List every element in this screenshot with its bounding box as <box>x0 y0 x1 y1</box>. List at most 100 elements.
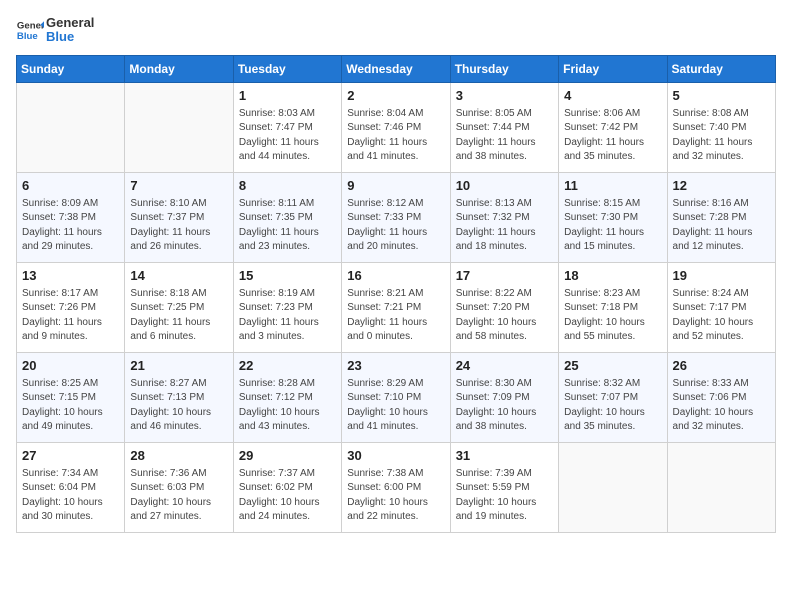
calendar-cell: 13 Sunrise: 8:17 AM Sunset: 7:26 PM Dayli… <box>17 262 125 352</box>
day-info: Sunrise: 8:10 AM Sunset: 7:37 PM Dayligh… <box>130 197 227 255</box>
calendar-cell: 22Sunrise: 8:28 AM Sunset: 7:12 PM Dayli… <box>233 352 341 442</box>
day-info: Sunrise: 8:09 AM Sunset: 7:38 PM Dayligh… <box>22 197 119 255</box>
day-number: 6 <box>22 177 119 195</box>
day-number: 24 <box>456 357 553 375</box>
calendar-cell: 17 Sunrise: 8:22 AM Sunset: 7:20 PM Dayli… <box>450 262 558 352</box>
calendar-cell: 6 Sunrise: 8:09 AM Sunset: 7:38 PM Daylig… <box>17 172 125 262</box>
calendar-cell: 4 Sunrise: 8:06 AM Sunset: 7:42 PM Daylig… <box>559 82 667 172</box>
day-number: 23 <box>347 357 444 375</box>
day-info: Sunrise: 8:12 AM Sunset: 7:33 PM Dayligh… <box>347 197 444 255</box>
calendar-cell: 19 Sunrise: 8:24 AM Sunset: 7:17 PM Dayli… <box>667 262 775 352</box>
weekday-header-saturday: Saturday <box>667 55 775 82</box>
day-number: 14 <box>130 267 227 285</box>
week-row-1: 1 Sunrise: 8:03 AM Sunset: 7:47 PM Daylig… <box>17 82 776 172</box>
week-row-4: 20Sunrise: 8:25 AM Sunset: 7:15 PM Dayli… <box>17 352 776 442</box>
day-number: 31 <box>456 447 553 465</box>
calendar-cell: 23 Sunrise: 8:29 AM Sunset: 7:10 PM Dayli… <box>342 352 450 442</box>
calendar-cell: 11 Sunrise: 8:15 AM Sunset: 7:30 PM Dayli… <box>559 172 667 262</box>
calendar-cell: 3 Sunrise: 8:05 AM Sunset: 7:44 PM Daylig… <box>450 82 558 172</box>
calendar-cell: 9 Sunrise: 8:12 AM Sunset: 7:33 PM Daylig… <box>342 172 450 262</box>
weekday-header-thursday: Thursday <box>450 55 558 82</box>
logo-general-text: General <box>46 16 94 30</box>
day-info: Sunrise: 7:34 AM Sunset: 6:04 PM Dayligh… <box>22 467 119 525</box>
calendar-cell: 29 Sunrise: 7:37 AM Sunset: 6:02 PM Dayli… <box>233 442 341 532</box>
calendar-cell: 25 Sunrise: 8:32 AM Sunset: 7:07 PM Dayli… <box>559 352 667 442</box>
weekday-header-wednesday: Wednesday <box>342 55 450 82</box>
calendar-cell: 31 Sunrise: 7:39 AM Sunset: 5:59 PM Dayli… <box>450 442 558 532</box>
calendar-cell: 20Sunrise: 8:25 AM Sunset: 7:15 PM Dayli… <box>17 352 125 442</box>
calendar-cell <box>559 442 667 532</box>
day-number: 28 <box>130 447 227 465</box>
calendar-cell <box>667 442 775 532</box>
day-number: 18 <box>564 267 661 285</box>
day-info: Sunrise: 8:22 AM Sunset: 7:20 PM Dayligh… <box>456 287 553 345</box>
day-number: 8 <box>239 177 336 195</box>
day-info: Sunrise: 8:05 AM Sunset: 7:44 PM Dayligh… <box>456 107 553 165</box>
day-number: 19 <box>673 267 770 285</box>
day-info: Sunrise: 8:16 AM Sunset: 7:28 PM Dayligh… <box>673 197 770 255</box>
day-number: 26 <box>673 357 770 375</box>
calendar-cell: 26 Sunrise: 8:33 AM Sunset: 7:06 PM Dayli… <box>667 352 775 442</box>
day-number: 16 <box>347 267 444 285</box>
day-number: 7 <box>130 177 227 195</box>
week-row-3: 13 Sunrise: 8:17 AM Sunset: 7:26 PM Dayli… <box>17 262 776 352</box>
day-number: 10 <box>456 177 553 195</box>
calendar-cell <box>125 82 233 172</box>
week-row-5: 27 Sunrise: 7:34 AM Sunset: 6:04 PM Dayli… <box>17 442 776 532</box>
calendar-cell: 16 Sunrise: 8:21 AM Sunset: 7:21 PM Dayli… <box>342 262 450 352</box>
calendar-cell: 8 Sunrise: 8:11 AM Sunset: 7:35 PM Daylig… <box>233 172 341 262</box>
day-info: Sunrise: 8:19 AM Sunset: 7:23 PM Dayligh… <box>239 287 336 345</box>
weekday-header-friday: Friday <box>559 55 667 82</box>
day-info: Sunrise: 7:39 AM Sunset: 5:59 PM Dayligh… <box>456 467 553 525</box>
day-info: Sunrise: 7:37 AM Sunset: 6:02 PM Dayligh… <box>239 467 336 525</box>
day-info: Sunrise: 8:15 AM Sunset: 7:30 PM Dayligh… <box>564 197 661 255</box>
svg-text:General: General <box>17 21 44 32</box>
day-number: 4 <box>564 87 661 105</box>
day-info: Sunrise: 8:21 AM Sunset: 7:21 PM Dayligh… <box>347 287 444 345</box>
day-number: 15 <box>239 267 336 285</box>
day-info: Sunrise: 8:28 AM Sunset: 7:12 PM Dayligh… <box>239 377 336 435</box>
weekday-header-row: SundayMondayTuesdayWednesdayThursdayFrid… <box>17 55 776 82</box>
day-info: Sunrise: 8:08 AM Sunset: 7:40 PM Dayligh… <box>673 107 770 165</box>
day-number: 29 <box>239 447 336 465</box>
calendar-cell: 27 Sunrise: 7:34 AM Sunset: 6:04 PM Dayli… <box>17 442 125 532</box>
day-number: 12 <box>673 177 770 195</box>
day-info: Sunrise: 8:13 AM Sunset: 7:32 PM Dayligh… <box>456 197 553 255</box>
day-info: Sunrise: 8:06 AM Sunset: 7:42 PM Dayligh… <box>564 107 661 165</box>
day-info: Sunrise: 8:25 AM Sunset: 7:15 PM Dayligh… <box>22 377 119 435</box>
day-info: Sunrise: 7:36 AM Sunset: 6:03 PM Dayligh… <box>130 467 227 525</box>
day-info: Sunrise: 8:24 AM Sunset: 7:17 PM Dayligh… <box>673 287 770 345</box>
day-number: 1 <box>239 87 336 105</box>
day-info: Sunrise: 8:30 AM Sunset: 7:09 PM Dayligh… <box>456 377 553 435</box>
day-number: 25 <box>564 357 661 375</box>
day-info: Sunrise: 8:33 AM Sunset: 7:06 PM Dayligh… <box>673 377 770 435</box>
calendar-cell: 14Sunrise: 8:18 AM Sunset: 7:25 PM Dayli… <box>125 262 233 352</box>
calendar-cell: 30Sunrise: 7:38 AM Sunset: 6:00 PM Dayli… <box>342 442 450 532</box>
day-number: 13 <box>22 267 119 285</box>
calendar-cell: 5Sunrise: 8:08 AM Sunset: 7:40 PM Daylig… <box>667 82 775 172</box>
logo-icon: General Blue <box>16 16 44 44</box>
day-info: Sunrise: 8:23 AM Sunset: 7:18 PM Dayligh… <box>564 287 661 345</box>
day-info: Sunrise: 8:11 AM Sunset: 7:35 PM Dayligh… <box>239 197 336 255</box>
calendar-cell: 1 Sunrise: 8:03 AM Sunset: 7:47 PM Daylig… <box>233 82 341 172</box>
day-info: Sunrise: 8:29 AM Sunset: 7:10 PM Dayligh… <box>347 377 444 435</box>
svg-text:Blue: Blue <box>17 31 38 42</box>
day-info: Sunrise: 8:03 AM Sunset: 7:47 PM Dayligh… <box>239 107 336 165</box>
day-info: Sunrise: 8:32 AM Sunset: 7:07 PM Dayligh… <box>564 377 661 435</box>
weekday-header-tuesday: Tuesday <box>233 55 341 82</box>
calendar-cell: 28 Sunrise: 7:36 AM Sunset: 6:03 PM Dayli… <box>125 442 233 532</box>
day-number: 9 <box>347 177 444 195</box>
calendar-cell: 7 Sunrise: 8:10 AM Sunset: 7:37 PM Daylig… <box>125 172 233 262</box>
calendar-cell: 21Sunrise: 8:27 AM Sunset: 7:13 PM Dayli… <box>125 352 233 442</box>
day-info: Sunrise: 8:04 AM Sunset: 7:46 PM Dayligh… <box>347 107 444 165</box>
day-number: 11 <box>564 177 661 195</box>
day-number: 3 <box>456 87 553 105</box>
day-number: 21 <box>130 357 227 375</box>
calendar-cell: 2Sunrise: 8:04 AM Sunset: 7:46 PM Daylig… <box>342 82 450 172</box>
day-info: Sunrise: 8:17 AM Sunset: 7:26 PM Dayligh… <box>22 287 119 345</box>
calendar-cell: 18 Sunrise: 8:23 AM Sunset: 7:18 PM Dayli… <box>559 262 667 352</box>
day-number: 17 <box>456 267 553 285</box>
weekday-header-monday: Monday <box>125 55 233 82</box>
day-number: 27 <box>22 447 119 465</box>
weekday-header-sunday: Sunday <box>17 55 125 82</box>
